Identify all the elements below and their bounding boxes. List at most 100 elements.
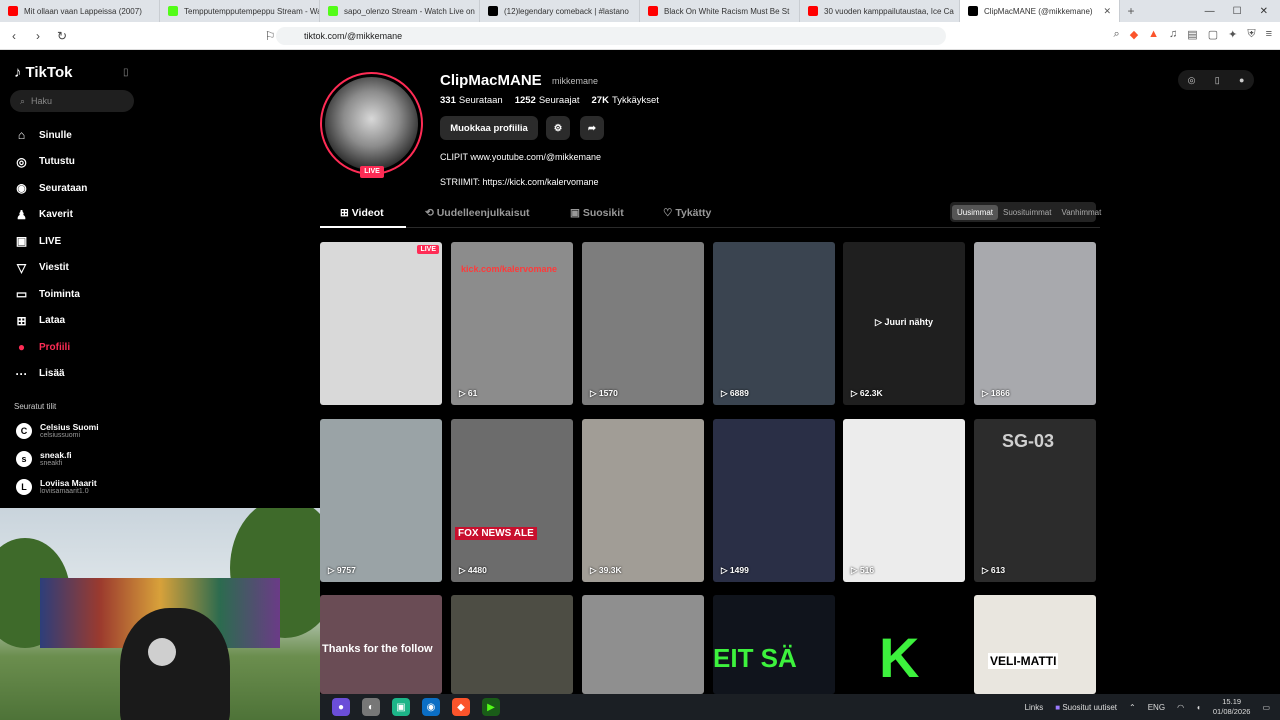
sidebar-icon[interactable]: ▤ <box>1187 28 1197 41</box>
links-label[interactable]: Links <box>1025 703 1044 712</box>
sidebar-item[interactable]: ··· Lisää <box>14 361 87 388</box>
stat-item[interactable]: 331 Seurataan <box>440 95 503 106</box>
minimize-icon[interactable]: — <box>1205 6 1215 17</box>
share-button[interactable]: ➦ <box>580 116 604 140</box>
video-thumbnail[interactable]: ▷ 516 <box>843 419 965 582</box>
sidebar-item[interactable]: ⌂ Sinulle <box>14 122 87 149</box>
sort-oldest[interactable]: Vanhimmat <box>1056 205 1106 220</box>
close-tab-icon[interactable]: ✕ <box>1103 6 1111 17</box>
followed-account[interactable]: s sneak.fi sneakfi <box>16 450 72 467</box>
browser-tab[interactable]: ClipMacMANE (@mikkemane) ✕ <box>960 0 1120 22</box>
video-overlay-text: Thanks for the follow <box>322 643 433 655</box>
tab-favorites[interactable]: ▣ Suosikit <box>570 207 624 219</box>
followed-account[interactable]: C Celsius Suomi celsiussuomi <box>16 422 99 439</box>
forward-icon[interactable]: › <box>28 29 48 43</box>
video-thumbnail[interactable]: LIVE <box>320 242 442 405</box>
notifications-icon[interactable]: ▭ <box>1262 703 1270 712</box>
store-icon[interactable]: ▣ <box>392 698 410 716</box>
browser-tab[interactable]: sapo_olenzo Stream - Watch Live on <box>320 0 480 22</box>
sidebar-item[interactable]: ▭ Toiminta <box>14 281 87 308</box>
news-widget[interactable]: ■ Suositut uutiset <box>1055 703 1117 712</box>
live-badge: LIVE <box>417 245 439 254</box>
browser-tab[interactable]: Tempputempputempeppu Stream - Watch Live <box>160 0 320 22</box>
video-thumbnail[interactable]: ▷ Juuri nähty ▷ 62.3K <box>843 242 965 405</box>
video-thumbnail[interactable] <box>582 595 704 694</box>
video-thumbnail[interactable]: ▷ 9757 <box>320 419 442 582</box>
sidebar-item-icon: ▽ <box>16 260 27 275</box>
leo-icon[interactable]: ✦ <box>1228 28 1237 41</box>
sort-popular[interactable]: Suosituimmat <box>998 205 1056 220</box>
account-name: Celsius Suomi <box>40 422 99 432</box>
tab-liked[interactable]: ♡ Tykätty <box>663 207 711 219</box>
reload-icon[interactable]: ↻ <box>52 29 72 43</box>
user-avatar-icon[interactable]: ● <box>1239 75 1244 85</box>
video-thumbnail[interactable]: ▷ 1499 <box>713 419 835 582</box>
repost-icon: ⟲ <box>425 207 437 219</box>
video-thumbnail[interactable]: FOX NEWS ALE ▷ 4480 <box>451 419 573 582</box>
url-text: tiktok.com/@mikkemane <box>304 31 403 41</box>
clock[interactable]: 15.19 01/08/2026 <box>1213 697 1251 717</box>
maximize-icon[interactable]: ☐ <box>1233 6 1242 17</box>
video-thumbnail[interactable]: VELI-MATTI <box>974 595 1096 694</box>
video-thumbnail[interactable]: ▷ 1570 <box>582 242 704 405</box>
brave-icon[interactable]: ◆ <box>452 698 470 716</box>
browser-tab[interactable]: Black On White Racism Must Be St <box>640 0 800 22</box>
video-thumbnail[interactable]: kick.com/kalervomane ▷ 61 <box>451 242 573 405</box>
volume-icon[interactable]: ◖ <box>1196 703 1201 712</box>
sidebar-item[interactable]: ▣ LIVE <box>14 228 87 255</box>
sidebar-item[interactable]: ● Profiili <box>14 334 87 361</box>
tray-chevron-icon[interactable]: ⌃ <box>1129 703 1136 712</box>
collapse-sidebar-icon[interactable]: ▯ <box>123 67 129 78</box>
video-thumbnail[interactable]: ▷ 1866 <box>974 242 1096 405</box>
tab-reposts[interactable]: ⟲ Uudelleenjulkaisut <box>425 207 530 219</box>
browser-tab[interactable]: 30 vuoden kamppailutaustaa, Ice Ca <box>800 0 960 22</box>
playlist-icon[interactable]: ♫ <box>1169 28 1177 41</box>
sidebar-item[interactable]: ◎ Tutustu <box>14 149 87 176</box>
brave-shield-icon[interactable]: ◆ <box>1130 28 1138 41</box>
app-icon[interactable]: ◐ <box>362 698 380 716</box>
settings-button[interactable]: ⚙ <box>546 116 570 140</box>
kick-icon[interactable]: ▶ <box>482 698 500 716</box>
close-window-icon[interactable]: ✕ <box>1260 6 1268 17</box>
zoom-icon[interactable]: ⌕ <box>1114 28 1120 41</box>
back-icon[interactable]: ‹ <box>4 29 24 43</box>
lang-indicator[interactable]: ENG <box>1148 703 1165 712</box>
sidebar-item[interactable]: ⊞ Lataa <box>14 308 87 335</box>
sort-latest[interactable]: Uusimmat <box>952 204 999 220</box>
stat-label: Seurataan <box>458 95 503 106</box>
video-thumbnail[interactable]: Thanks for the follow <box>320 595 442 694</box>
sidebar-item[interactable]: ♟ Kaverit <box>14 202 87 229</box>
video-thumbnail[interactable]: SG-03 ▷ 613 <box>974 419 1096 582</box>
sidebar-item[interactable]: ◉ Seurataan <box>14 175 87 202</box>
share-icon: ➦ <box>588 122 596 134</box>
new-tab-button[interactable]: + <box>1120 4 1142 18</box>
tab-videos[interactable]: ⊞ Videot <box>340 207 384 219</box>
wifi-icon[interactable]: ◠ <box>1177 703 1184 712</box>
profile-avatar[interactable] <box>320 72 423 175</box>
tiktok-logo[interactable]: ♪ TikTok <box>14 64 72 81</box>
search-input[interactable]: ⌕ Haku <box>10 90 134 112</box>
video-thumbnail[interactable]: EIT SÄ <box>713 595 835 694</box>
chat-icon[interactable]: ● <box>332 698 350 716</box>
vpn-icon[interactable]: ⛨ <box>1247 28 1255 41</box>
edit-profile-button[interactable]: Muokkaa profiilia <box>440 116 538 140</box>
wallet-icon[interactable]: ▢ <box>1208 28 1218 41</box>
menu-icon[interactable]: ≡ <box>1266 28 1272 41</box>
followed-account[interactable]: L Loviisa Maarit loviisamaarit1.0 <box>16 478 97 495</box>
rewards-icon[interactable]: ▲ <box>1148 28 1159 41</box>
edge-icon[interactable]: ◉ <box>422 698 440 716</box>
video-thumbnail[interactable]: K <box>843 595 965 694</box>
device-icon[interactable]: ▯ <box>1215 75 1220 86</box>
stat-item[interactable]: 27K Tykkäykset <box>592 95 659 106</box>
sidebar-item-label: Sinulle <box>39 129 72 141</box>
browser-tab[interactable]: (12)legendary comeback | #lastano <box>480 0 640 22</box>
coins-icon[interactable]: ◎ <box>1188 75 1196 86</box>
url-bar[interactable]: tiktok.com/@mikkemane <box>276 27 946 45</box>
video-thumbnail[interactable] <box>451 595 573 694</box>
sidebar-item[interactable]: ▽ Viestit <box>14 255 87 282</box>
browser-tab[interactable]: Mit ollaan vaan Lappeissa (2007) <box>0 0 160 22</box>
video-thumbnail[interactable]: ▷ 39.3K <box>582 419 704 582</box>
video-thumbnail[interactable]: ▷ 6889 <box>713 242 835 405</box>
tab-title: Tempputempputempeppu Stream - Watch Live <box>184 6 319 16</box>
stat-item[interactable]: 1252 Seuraajat <box>515 95 580 106</box>
